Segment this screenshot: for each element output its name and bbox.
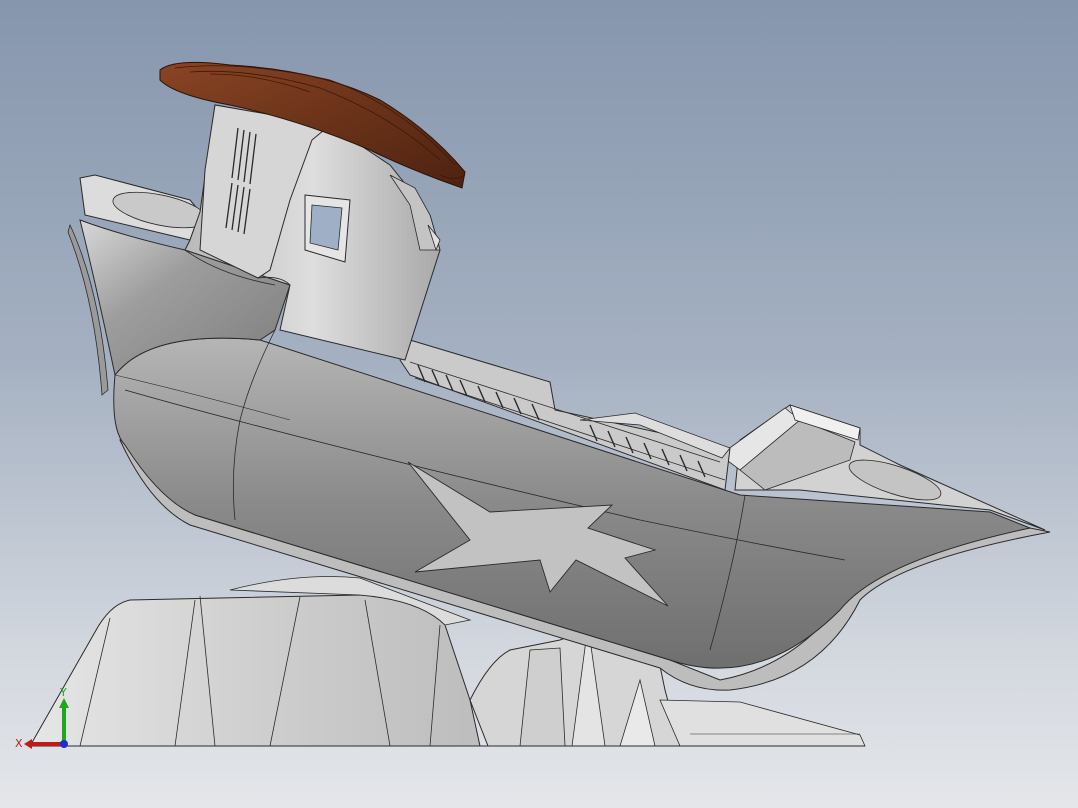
boat-model[interactable] [0, 0, 1078, 808]
graphics-viewport[interactable]: Y X [0, 0, 1078, 808]
coordinate-triad-icon: Y X [15, 686, 69, 750]
x-axis-label: X [15, 737, 23, 750]
y-axis-label: Y [59, 686, 67, 699]
